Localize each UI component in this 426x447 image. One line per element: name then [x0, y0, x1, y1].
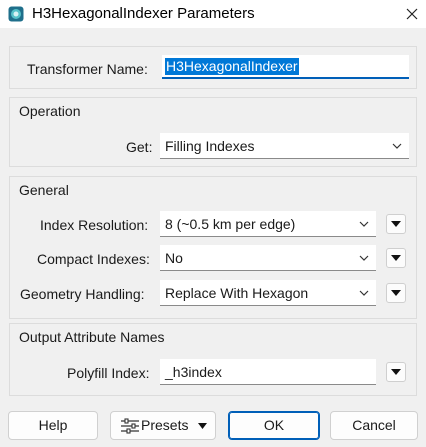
help-button[interactable]: Help: [8, 411, 98, 440]
transformer-name-value: H3HexagonalIndexer: [165, 58, 299, 75]
triangle-down-icon: [391, 221, 401, 227]
presets-button[interactable]: Presets: [110, 411, 216, 440]
get-label: Get:: [126, 139, 153, 155]
output-attribute-names-title: Output Attribute Names: [19, 329, 165, 345]
triangle-down-icon: [391, 255, 401, 261]
ok-button[interactable]: OK: [228, 411, 320, 440]
geometry-handling-label: Geometry Handling:: [20, 286, 145, 302]
close-icon: [406, 8, 418, 20]
index-resolution-label: Index Resolution:: [40, 217, 149, 233]
geometry-handling-value: Replace With Hexagon: [165, 285, 309, 301]
chevron-down-icon: [359, 290, 369, 296]
triangle-down-icon: [198, 423, 207, 429]
geometry-handling-menu-button[interactable]: [386, 283, 406, 303]
polyfill-index-menu-button[interactable]: [386, 362, 406, 382]
cancel-button[interactable]: Cancel: [330, 411, 418, 440]
close-button[interactable]: [398, 0, 426, 28]
compact-indexes-value: No: [165, 250, 183, 266]
compact-indexes-menu-button[interactable]: [386, 248, 406, 268]
polyfill-index-label: Polyfill Index:: [67, 365, 150, 381]
triangle-down-icon: [391, 290, 401, 296]
h3-transformer-icon: [8, 6, 24, 22]
window-title: H3HexagonalIndexer Parameters: [32, 5, 255, 22]
operation-title: Operation: [19, 103, 81, 119]
compact-indexes-dropdown[interactable]: No: [160, 245, 376, 271]
title-bar: H3HexagonalIndexer Parameters: [0, 0, 426, 28]
polyfill-index-value: _h3index: [165, 364, 222, 380]
sliders-icon: [121, 418, 139, 434]
index-resolution-dropdown[interactable]: 8 (~0.5 km per edge): [160, 211, 376, 237]
chevron-down-icon: [359, 255, 369, 261]
index-resolution-value: 8 (~0.5 km per edge): [165, 216, 296, 232]
index-resolution-menu-button[interactable]: [386, 214, 406, 234]
compact-indexes-label: Compact Indexes:: [37, 251, 150, 267]
geometry-handling-dropdown[interactable]: Replace With Hexagon: [160, 280, 376, 306]
transformer-name-label: Transformer Name:: [27, 61, 148, 77]
get-value: Filling Indexes: [165, 138, 255, 154]
transformer-name-input[interactable]: H3HexagonalIndexer: [162, 55, 409, 79]
general-title: General: [19, 182, 69, 198]
chevron-down-icon: [392, 143, 402, 149]
polyfill-index-input[interactable]: _h3index: [160, 359, 376, 385]
triangle-down-icon: [391, 369, 401, 375]
get-dropdown[interactable]: Filling Indexes: [160, 133, 409, 159]
presets-label: Presets: [141, 417, 189, 433]
chevron-down-icon: [359, 221, 369, 227]
